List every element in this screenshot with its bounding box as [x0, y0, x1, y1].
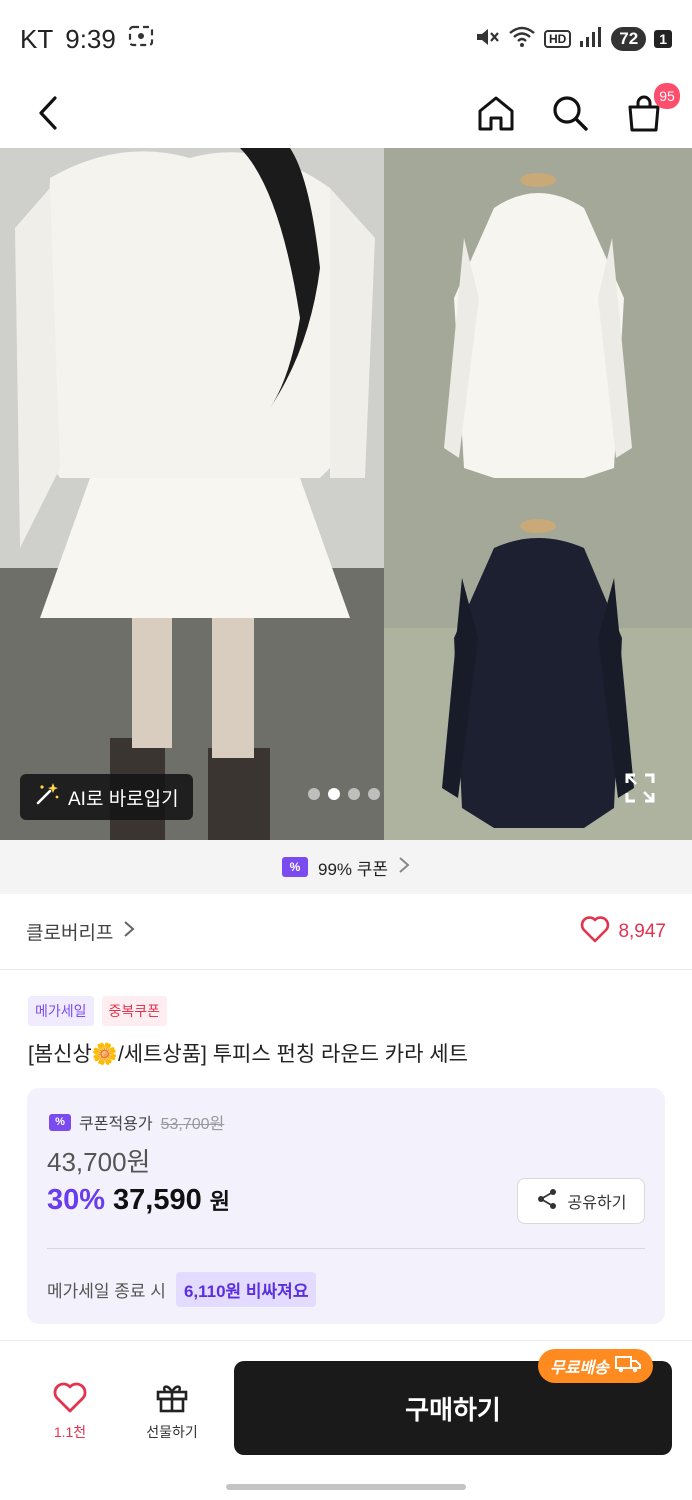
sale-price: 37,590: [113, 1184, 202, 1216]
tag-mega-sale: 메가세일: [28, 996, 94, 1026]
price-increase-chip: 6,110원 비싸져요: [175, 1272, 317, 1307]
back-button[interactable]: [26, 91, 70, 135]
gift-label: 선물하기: [146, 1424, 198, 1440]
product-title: [봄신상🌼/세트상품] 투피스 펀칭 라운드 카라 세트: [28, 1043, 468, 1066]
wifi-icon: [508, 26, 536, 53]
battery-indicator: 72: [611, 27, 647, 51]
mega-sale-end-text: 메가세일 종료 시: [47, 1282, 166, 1301]
coupon-banner[interactable]: % 99% 쿠폰: [0, 840, 692, 894]
coupon-icon: %: [49, 1113, 71, 1131]
heart-icon: [52, 1381, 88, 1416]
carousel-dot[interactable]: [368, 788, 380, 800]
bottom-action-bar: 1.1천 선물하기 구매하기 무료배송: [0, 1340, 692, 1470]
heart-icon: [580, 915, 610, 949]
cart-count-badge: 95: [654, 83, 680, 109]
brand-like-button[interactable]: 8,947: [580, 915, 666, 949]
product-tags: 메가세일 중복쿠폰: [28, 996, 168, 1026]
brand-link[interactable]: 클로버리프: [26, 918, 135, 945]
home-button[interactable]: [474, 91, 518, 135]
chevron-right-icon: [398, 856, 410, 879]
signal-icon: [579, 26, 603, 53]
status-bar: KT 9:39 HD 72 1: [0, 0, 692, 78]
back-arrow-icon: [39, 96, 57, 130]
ai-try-on-button[interactable]: AI로 바로입기: [20, 774, 193, 820]
carrier: KT: [20, 23, 54, 54]
magic-wand-icon: [34, 781, 60, 813]
gift-button[interactable]: 선물하기: [136, 1381, 208, 1442]
brand-row: 클로버리프 8,947: [0, 894, 692, 970]
top-nav: 95: [0, 78, 692, 148]
original-price: 53,700원: [160, 1116, 225, 1133]
home-indicator[interactable]: [226, 1484, 466, 1490]
carousel-indicator: [308, 788, 380, 800]
carousel-dot[interactable]: [308, 788, 320, 800]
sim-indicator: 1: [654, 30, 672, 48]
price-box: % 쿠폰적용가 53,700원 43,700원 30% 37,590 원 공유하…: [27, 1088, 665, 1324]
cart-button[interactable]: 95: [622, 83, 680, 135]
wishlist-count: 1.1천: [53, 1424, 87, 1440]
product-photo: [384, 148, 692, 840]
carousel-dot[interactable]: [348, 788, 360, 800]
screenshot-icon: [128, 24, 154, 55]
share-label: 공유하기: [567, 1195, 627, 1212]
share-button[interactable]: 공유하기: [517, 1178, 645, 1224]
list-price: 43,700원: [47, 1147, 151, 1177]
coupon-icon: %: [281, 857, 308, 877]
search-button[interactable]: [548, 91, 592, 135]
truck-icon: [614, 1355, 641, 1378]
fullscreen-button[interactable]: [624, 772, 656, 804]
free-shipping-badge: 무료배송: [538, 1349, 653, 1383]
discount-percent: 30%: [47, 1184, 106, 1216]
free-shipping-label: 무료배송: [550, 1360, 609, 1377]
ai-try-on-label: AI로 바로입기: [68, 788, 179, 810]
clock: 9:39: [65, 23, 116, 54]
model-photo: [0, 148, 384, 840]
brand-like-count: 8,947: [618, 920, 666, 942]
currency-unit: 원: [209, 1189, 230, 1214]
gift-icon: [155, 1381, 189, 1416]
brand-name: 클로버리프: [26, 923, 114, 944]
tag-double-coupon: 중복쿠폰: [101, 996, 168, 1026]
mute-icon: [474, 25, 500, 54]
carousel-dot-active[interactable]: [328, 788, 340, 800]
chevron-right-icon: [123, 920, 135, 944]
expand-icon: [625, 773, 655, 803]
hd-indicator: HD: [543, 30, 572, 48]
coupon-price-label: 쿠폰적용가: [79, 1116, 153, 1133]
share-icon: [536, 1188, 558, 1215]
product-image-carousel[interactable]: AI로 바로입기: [0, 148, 692, 840]
divider: [47, 1248, 645, 1249]
coupon-label: 99% 쿠폰: [317, 859, 389, 879]
search-icon: [553, 96, 588, 131]
home-icon: [478, 96, 514, 131]
wishlist-button[interactable]: 1.1천: [38, 1381, 102, 1442]
